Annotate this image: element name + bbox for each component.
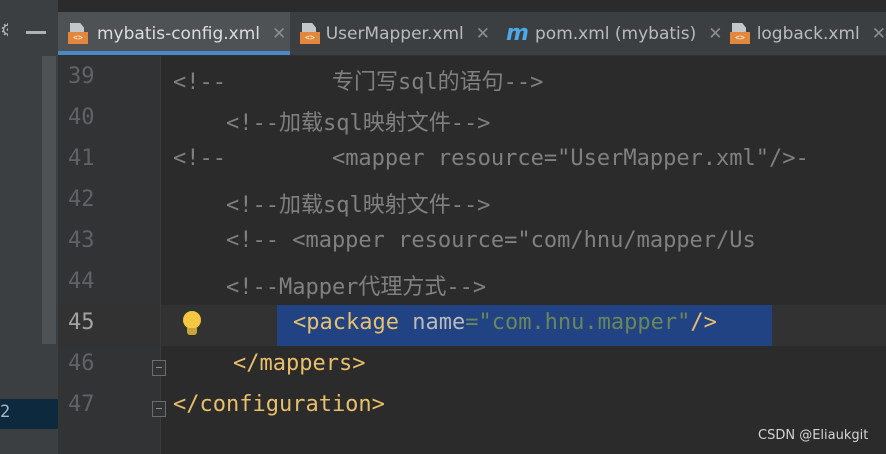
line-number: 46 [68, 351, 95, 376]
code-line-46: </mappers> [233, 351, 366, 376]
line-number: 40 [68, 105, 95, 130]
xml-file-icon: <> [68, 22, 90, 45]
project-panel-scrollbar[interactable] [42, 56, 56, 344]
close-icon[interactable]: ✕ [272, 24, 286, 44]
tab-mybatis-config[interactable]: <> mybatis-config.xml ✕ [58, 12, 290, 55]
fold-marker-icon[interactable] [152, 360, 166, 376]
tab-label: mybatis-config.xml [97, 23, 260, 44]
line-number: 41 [68, 146, 95, 171]
line-number-current: 45 [68, 310, 95, 335]
close-icon[interactable]: ✕ [872, 24, 886, 44]
lightbulb-icon[interactable] [182, 311, 202, 337]
tab-label: UserMapper.xml [325, 23, 464, 44]
line-number: 39 [68, 64, 95, 89]
gutter-divider [160, 56, 161, 454]
line-number: 47 [68, 392, 95, 417]
close-icon[interactable]: ✕ [476, 24, 490, 44]
code-line-41: <!-- <mapper resource="UserMapper.xml"/>… [173, 146, 809, 171]
gear-icon[interactable]: ⚙ [0, 20, 8, 42]
code-line-43: <!-- <mapper resource="com/hnu/mapper/Us [173, 228, 756, 253]
line-number: 43 [68, 228, 95, 253]
minimize-icon[interactable] [26, 31, 46, 34]
project-tree-row-number: 2 [0, 402, 11, 422]
fold-marker-icon[interactable] [152, 401, 166, 417]
code-line-45: <package name="com.hnu.mapper"/> [293, 310, 717, 335]
editor-tab-bar: <> mybatis-config.xml ✕ <> UserMapper.xm… [58, 12, 886, 56]
xml-file-icon: <> [300, 22, 320, 45]
xml-file-icon: <> [730, 22, 750, 45]
code-line-42: <!--加载sql映射文件--> [173, 193, 491, 218]
tab-logback[interactable]: <> logback.xml ✕ [720, 12, 886, 55]
code-line-40: <!--加载sql映射文件--> [173, 111, 491, 136]
line-number: 44 [68, 269, 95, 294]
tab-pom[interactable]: m pom.xml (mybatis) ✕ [496, 12, 723, 55]
code-line-44: <!--Mapper代理方式--> [173, 275, 487, 300]
maven-icon: m [506, 20, 529, 46]
line-number: 42 [68, 187, 95, 212]
tab-usermapper[interactable]: <> UserMapper.xml ✕ [290, 12, 490, 55]
tab-label: logback.xml [756, 23, 860, 44]
code-line-47: </configuration> [173, 392, 385, 417]
code-line-39: <!-- 专门写sql的语句--> [173, 70, 544, 95]
active-tab-indicator [58, 51, 290, 55]
watermark: CSDN @Eliaukgit [758, 428, 869, 443]
tab-label: pom.xml (mybatis) [535, 23, 697, 44]
